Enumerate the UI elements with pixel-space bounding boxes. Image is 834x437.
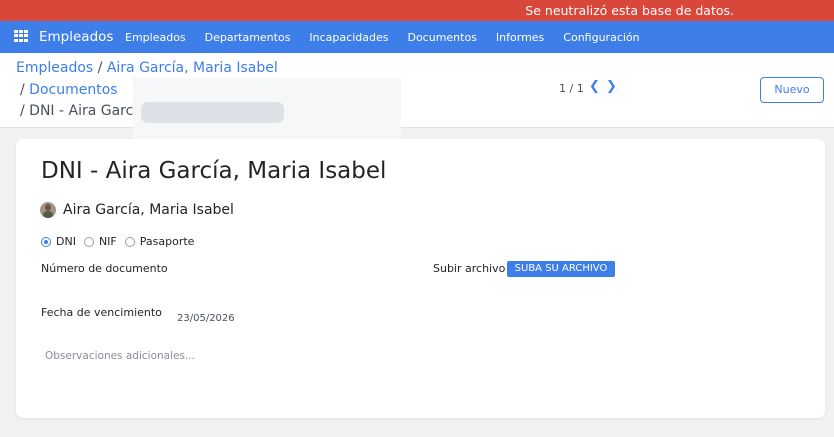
menu-item-departamentos[interactable]: Departamentos xyxy=(205,31,291,44)
control-panel: Empleados / Aira García, Maria Isabel / … xyxy=(0,53,834,148)
radio-selected-icon[interactable] xyxy=(41,236,51,247)
breadcrumb-employee[interactable]: Aira García, Maria Isabel xyxy=(107,60,278,76)
top-menu: Empleados Departamentos Incapacidades Do… xyxy=(125,31,659,44)
avatar xyxy=(40,202,56,218)
radio-nif[interactable]: NIF xyxy=(83,235,117,248)
upload-file-button[interactable]: SUBA SU ARCHIVO xyxy=(507,261,615,277)
chevron-left-icon[interactable]: ❮ xyxy=(589,79,600,94)
new-button[interactable]: Nuevo xyxy=(760,77,824,103)
menu-item-empleados[interactable]: Empleados xyxy=(125,31,186,44)
upload-label: Subir archivo xyxy=(433,262,506,275)
menu-item-informes[interactable]: Informes xyxy=(496,31,544,44)
radio-label: Pasaporte xyxy=(139,235,195,248)
menu-item-documentos[interactable]: Documentos xyxy=(407,31,476,44)
radio-label: DNI xyxy=(56,235,76,248)
document-title: DNI - Aira García, Maria Isabel xyxy=(41,158,387,184)
employee-name[interactable]: Aira García, Maria Isabel xyxy=(63,202,234,218)
radio-unselected-icon[interactable] xyxy=(124,236,135,247)
notes-field[interactable]: Observaciones adicionales... xyxy=(45,350,195,362)
breadcrumb-line-2: / Documentos xyxy=(20,82,118,98)
menu-item-configuracion[interactable]: Configuración xyxy=(563,31,639,44)
breadcrumb-documentos[interactable]: Documentos xyxy=(29,82,117,98)
breadcrumb-empleados[interactable]: Empleados xyxy=(16,60,93,76)
app-name[interactable]: Empleados xyxy=(39,29,113,45)
document-type-radios: DNI NIF Pasaporte xyxy=(41,235,202,248)
banner-text: Se neutralizó esta base de datos. xyxy=(525,3,734,18)
breadcrumb-separator: / xyxy=(97,60,103,76)
radio-unselected-icon[interactable] xyxy=(83,236,94,247)
breadcrumb-line-3: / DNI - Aira Garcí xyxy=(20,103,137,119)
database-neutralized-banner: Se neutralizó esta base de datos. xyxy=(0,0,834,21)
employee-field[interactable]: Aira García, Maria Isabel xyxy=(40,202,234,218)
main-navbar: Empleados Empleados Departamentos Incapa… xyxy=(0,21,834,53)
apps-grid-icon[interactable] xyxy=(14,30,28,42)
chevron-right-icon[interactable]: ❯ xyxy=(606,79,617,94)
breadcrumb-separator: / xyxy=(20,82,25,98)
form-sheet: DNI - Aira García, Maria Isabel Aira Gar… xyxy=(16,139,825,418)
menu-item-incapacidades[interactable]: Incapacidades xyxy=(309,31,388,44)
pager-value[interactable]: 1 / 1 xyxy=(559,82,584,95)
breadcrumb-separator: / xyxy=(20,103,25,119)
loading-overlay xyxy=(133,78,401,148)
breadcrumb-current: DNI - Aira Garcí xyxy=(29,103,138,119)
loading-skeleton xyxy=(141,102,284,123)
expiration-date-label: Fecha de vencimiento xyxy=(41,306,162,319)
document-number-label: Número de documento xyxy=(41,262,168,275)
breadcrumb-line-1: Empleados / Aira García, Maria Isabel xyxy=(16,60,278,76)
radio-label: NIF xyxy=(98,235,117,248)
radio-dni[interactable]: DNI xyxy=(41,235,76,248)
expiration-date-field[interactable]: 23/05/2026 xyxy=(177,313,235,324)
radio-pasaporte[interactable]: Pasaporte xyxy=(124,235,195,248)
